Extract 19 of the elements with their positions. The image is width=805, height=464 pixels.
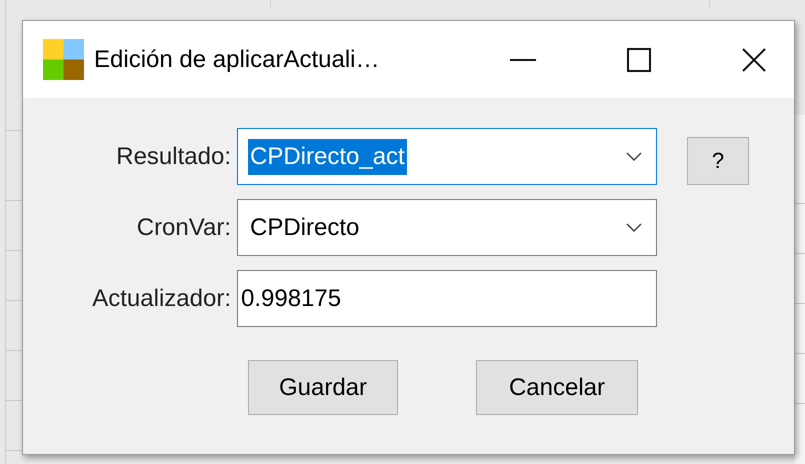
close-icon — [741, 46, 768, 72]
dropdown-field[interactable]: CPDirecto_act — [237, 128, 657, 185]
chevron-down-icon — [626, 152, 642, 162]
field-value: CPDirecto_act — [248, 138, 407, 174]
dialog-button[interactable]: Guardar — [248, 360, 398, 415]
dialog-button[interactable]: Cancelar — [476, 360, 638, 415]
maximize-icon — [626, 48, 651, 72]
dropdown-field[interactable]: CPDirecto — [237, 199, 657, 256]
help-button[interactable]: ? — [687, 136, 749, 184]
input-field[interactable]: 0.998175 — [237, 270, 657, 327]
field-value: 0.998175 — [240, 284, 342, 314]
field-label: CronVar: — [136, 212, 232, 242]
field-label: Actualizador: — [91, 284, 232, 314]
minimize-icon — [510, 58, 536, 60]
field-value: CPDirecto — [249, 212, 360, 242]
app-icon — [43, 39, 84, 80]
window-title: Edición de aplicarActuali… — [94, 44, 380, 74]
field-label: Resultado: — [115, 142, 232, 172]
chevron-down-icon — [626, 222, 642, 232]
